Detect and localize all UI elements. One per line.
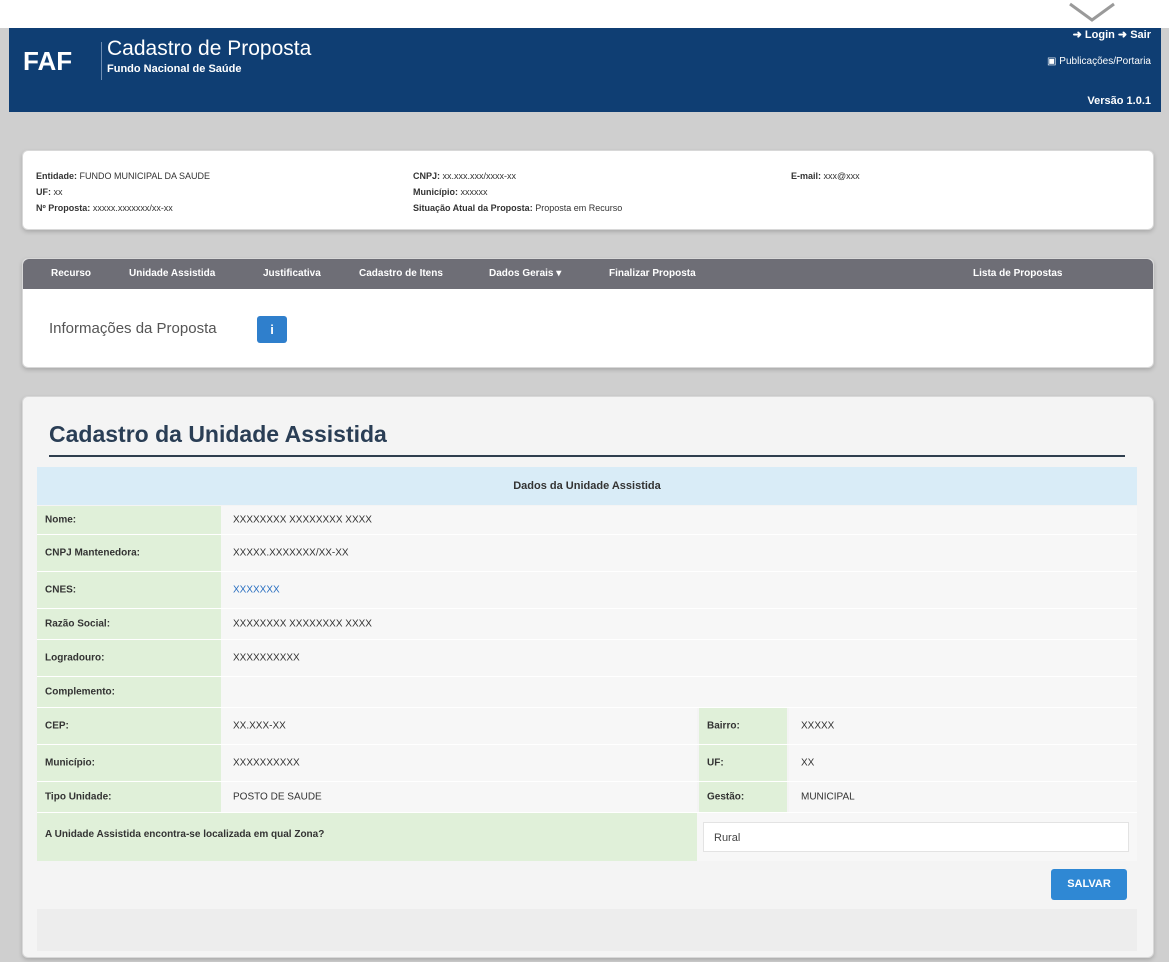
row-nome: Nome: XXXXXXXX XXXXXXXX XXXX	[37, 506, 1137, 535]
cnpj-value: xx.xxx.xxx/xxxx-xx	[442, 171, 517, 181]
form-title: Cadastro da Unidade Assistida	[49, 421, 387, 447]
uf-value: xx	[53, 187, 63, 197]
logradouro-label: Logradouro:	[45, 652, 105, 664]
nav-dados-gerais[interactable]: Dados Gerais ▾	[489, 268, 561, 279]
unit-form-panel: Cadastro da Unidade Assistida Dados da U…	[22, 396, 1154, 958]
uf-form-value: XX	[801, 757, 815, 769]
entidade-value: FUNDO MUNICIPAL DA SAUDE	[79, 171, 211, 181]
login-icon[interactable]: ➜	[1073, 29, 1082, 41]
row-cnes: CNES: XXXXXXX	[37, 572, 1137, 609]
zona-select[interactable]: Rural	[703, 822, 1129, 852]
municipio-label: Município:	[413, 187, 458, 197]
bairro-value: XXXXX	[801, 720, 835, 732]
nome-label: Nome:	[45, 514, 77, 526]
situacao-value: Proposta em Recurso	[535, 203, 623, 213]
info-icon: i	[270, 322, 274, 337]
row-tipo-gestao: Tipo Unidade: POSTO DE SAUDE Gestão: MUN…	[37, 782, 1137, 813]
zona-question: A Unidade Assistida encontra-se localiza…	[45, 829, 325, 840]
gestao-value: MUNICIPAL	[801, 791, 855, 803]
login-link[interactable]: Login	[1085, 29, 1115, 41]
email-label: E-mail:	[791, 171, 822, 181]
app-title: Cadastro de Proposta	[107, 37, 312, 60]
proposal-info-panel: Entidade: FUNDO MUNICIPAL DA SAUDE UF: x…	[22, 150, 1154, 230]
nav-justificativa[interactable]: Justificativa	[263, 268, 321, 279]
row-razao-social: Razão Social: XXXXXXXX XXXXXXXX XXXX	[37, 609, 1137, 640]
municipio-value: XXXXXXXXXX	[233, 757, 300, 769]
save-button[interactable]: SALVAR	[1051, 869, 1127, 900]
navigation-panel: Recurso Unidade Assistida Justificativa …	[22, 258, 1154, 368]
header-links: ➜ Login ➜ Sair	[1073, 28, 1151, 41]
form-footer	[37, 909, 1137, 951]
proposta-label: Nº Proposta:	[36, 203, 91, 213]
publicacoes-link[interactable]: ▣ Publicações/Portaria	[1047, 56, 1151, 67]
zona-value: Rural	[714, 832, 741, 844]
row-cep-bairro: CEP: XX.XXX-XX Bairro: XXXXX	[37, 708, 1137, 745]
razao-value: XXXXXXXX XXXXXXXX XXXX	[233, 618, 372, 630]
email-value: xxx@xxx	[823, 171, 860, 181]
logradouro-value: XXXXXXXXXX	[233, 652, 300, 664]
publicacoes-label: Publicações/Portaria	[1059, 56, 1151, 67]
tipo-label: Tipo Unidade:	[45, 791, 112, 803]
chevron-mark-icon	[1069, 2, 1115, 22]
section-header: Dados da Unidade Assistida	[37, 467, 1137, 505]
tipo-value: POSTO DE SAUDE	[233, 791, 322, 803]
situacao-label: Situação Atual da Proposta:	[413, 203, 533, 213]
cnpj-label: CNPJ:	[413, 171, 441, 181]
info-button[interactable]: i	[257, 316, 287, 343]
gestao-label: Gestão:	[707, 791, 745, 803]
cnes-link[interactable]: XXXXXXX	[233, 585, 280, 596]
document-icon: ▣	[1047, 56, 1057, 67]
info-column-3: E-mail: xxx@xxx	[791, 168, 860, 184]
app-header: FAF Cadastro de Proposta Fundo Nacional …	[9, 28, 1161, 112]
row-municipio-uf: Município: XXXXXXXXXX UF: XX	[37, 745, 1137, 782]
title-divider	[49, 455, 1125, 457]
nome-value: XXXXXXXX XXXXXXXX XXXX	[233, 514, 372, 526]
complemento-label: Complemento:	[45, 686, 115, 698]
nav-finalizar-proposta[interactable]: Finalizar Proposta	[609, 268, 696, 279]
cep-label: CEP:	[45, 720, 69, 732]
exit-link[interactable]: Sair	[1130, 29, 1151, 41]
cnes-label: CNES:	[45, 584, 77, 596]
top-strip	[0, 0, 1169, 28]
faf-logo: FAF	[23, 46, 73, 76]
main-navbar: Recurso Unidade Assistida Justificativa …	[23, 259, 1153, 289]
uf-label: UF:	[36, 187, 51, 197]
info-column-2: CNPJ: xx.xxx.xxx/xxxx-xx Município: xxxx…	[413, 168, 622, 216]
nav-lista-propostas[interactable]: Lista de Propostas	[973, 268, 1062, 279]
razao-label: Razão Social:	[45, 618, 111, 630]
cnpj-mantenedora-value: XXXXX.XXXXXXX/XX-XX	[233, 547, 349, 559]
entidade-label: Entidade:	[36, 171, 78, 181]
nav-recurso[interactable]: Recurso	[51, 268, 91, 279]
cnpj-mantenedora-label: CNPJ Mantenedora:	[45, 547, 141, 559]
municipio-value: xxxxxx	[460, 187, 488, 197]
info-section-title: Informações da Proposta	[49, 320, 217, 337]
row-logradouro: Logradouro: XXXXXXXXXX	[37, 640, 1137, 677]
bairro-label: Bairro:	[707, 720, 740, 732]
row-complemento: Complemento:	[37, 677, 1137, 708]
logo-divider	[101, 42, 102, 80]
nav-unidade-assistida[interactable]: Unidade Assistida	[129, 268, 215, 279]
app-subtitle: Fundo Nacional de Saúde	[107, 63, 242, 75]
nav-cadastro-itens[interactable]: Cadastro de Itens	[359, 268, 443, 279]
exit-icon[interactable]: ➜	[1118, 29, 1127, 41]
info-column-1: Entidade: FUNDO MUNICIPAL DA SAUDE UF: x…	[36, 168, 210, 216]
uf-form-label: UF:	[707, 757, 724, 769]
proposta-value: xxxxx.xxxxxxx/xx-xx	[92, 203, 173, 213]
municipio-label: Município:	[45, 757, 95, 769]
cep-value: XX.XXX-XX	[233, 720, 286, 732]
row-cnpj: CNPJ Mantenedora: XXXXX.XXXXXXX/XX-XX	[37, 535, 1137, 572]
version-label: Versão 1.0.1	[1087, 95, 1151, 107]
